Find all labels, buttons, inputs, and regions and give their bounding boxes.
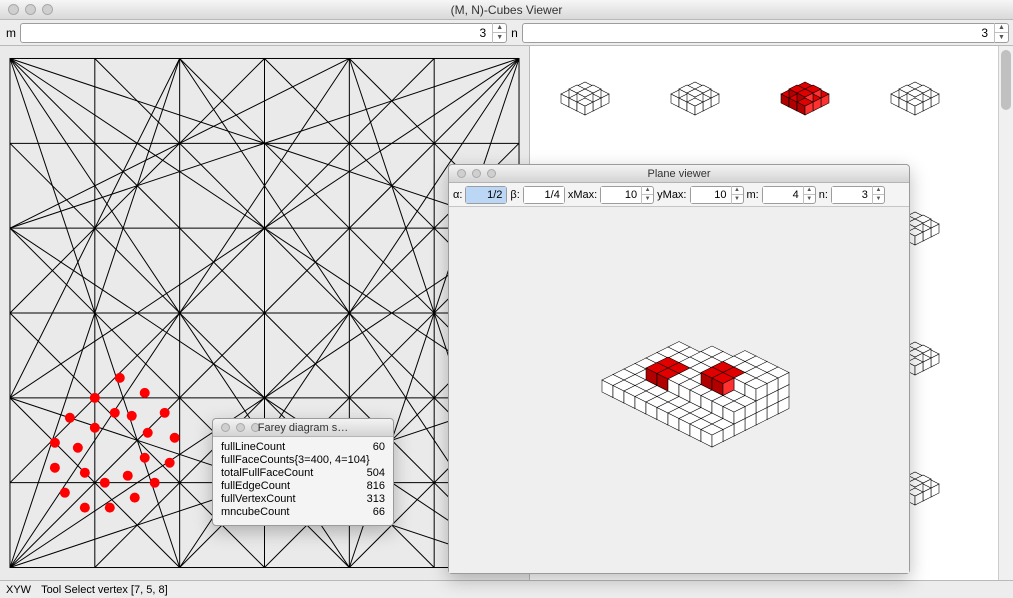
n-input-field[interactable]: [523, 24, 994, 42]
beta-input[interactable]: [523, 186, 565, 204]
plane-n-label: n:: [819, 189, 828, 201]
close-icon[interactable]: [8, 4, 19, 15]
plane-toolbar: α: β: xMax: ▲▼ yMax: ▲▼ m: ▲▼ n: ▲▼: [449, 183, 909, 207]
stat-val: 60: [373, 441, 385, 454]
cube-thumb[interactable]: [891, 82, 939, 115]
stat-key: fullVertexCount: [221, 493, 296, 506]
main-toolbar: m ▲▼ n ▲▼: [0, 20, 1013, 46]
farey-stat-row: fullVertexCount 313: [221, 493, 385, 506]
m-input-field[interactable]: [21, 24, 492, 42]
ymax-field[interactable]: [691, 187, 731, 203]
beta-field[interactable]: [524, 187, 564, 203]
m-stepper[interactable]: ▲▼: [492, 23, 506, 43]
window-controls: [0, 4, 53, 15]
alpha-input[interactable]: [465, 186, 507, 204]
m-input[interactable]: ▲▼: [20, 23, 507, 43]
stat-key: fullFaceCounts{3=400, 4=104}: [221, 454, 370, 467]
ymax-stepper[interactable]: ▲▼: [731, 186, 743, 204]
stat-key: totalFullFaceCount: [221, 467, 313, 480]
status-bar: XYW Tool Select vertex [7, 5, 8]: [0, 580, 1013, 598]
cube-thumb[interactable]: [561, 82, 609, 115]
cube-thumb[interactable]: [781, 82, 829, 115]
plane-panel-title: Plane viewer: [449, 168, 909, 180]
stat-key: mncubeCount: [221, 506, 290, 519]
n-stepper[interactable]: ▲▼: [994, 23, 1008, 43]
right-scrollbar[interactable]: [998, 46, 1013, 580]
n-input[interactable]: ▲▼: [522, 23, 1009, 43]
farey-panel-titlebar[interactable]: Farey diagram s…: [213, 419, 393, 437]
stat-key: fullLineCount: [221, 441, 285, 454]
plane-m-stepper[interactable]: ▲▼: [803, 186, 815, 204]
farey-stats-panel[interactable]: Farey diagram s… fullLineCount 60fullFace…: [212, 418, 394, 526]
farey-stat-row: fullLineCount 60: [221, 441, 385, 454]
plane-m-input[interactable]: ▲▼: [762, 186, 816, 204]
farey-stat-row: totalFullFaceCount 504: [221, 467, 385, 480]
plane-n-input[interactable]: ▲▼: [831, 186, 885, 204]
plane-n-field[interactable]: [832, 187, 872, 203]
plane-viewer-canvas[interactable]: [449, 207, 909, 573]
stat-val: 313: [367, 493, 385, 506]
minimize-icon[interactable]: [25, 4, 36, 15]
xmax-input[interactable]: ▲▼: [600, 186, 654, 204]
xmax-stepper[interactable]: ▲▼: [641, 186, 653, 204]
stat-key: fullEdgeCount: [221, 480, 290, 493]
scroll-thumb[interactable]: [1001, 50, 1011, 110]
main-title: (M, N)-Cubes Viewer: [0, 3, 1013, 17]
stat-val: 504: [367, 467, 385, 480]
beta-label: β:: [510, 189, 519, 201]
plane-panel-titlebar[interactable]: Plane viewer: [449, 165, 909, 183]
ymax-input[interactable]: ▲▼: [690, 186, 744, 204]
xmax-field[interactable]: [601, 187, 641, 203]
farey-panel-title: Farey diagram s…: [213, 422, 393, 434]
alpha-label: α:: [453, 189, 462, 201]
farey-stat-row: fullFaceCounts{3=400, 4=104}: [221, 454, 385, 467]
status-right: Tool Select vertex [7, 5, 8]: [41, 584, 168, 596]
main-titlebar: (M, N)-Cubes Viewer: [0, 0, 1013, 20]
farey-stat-row: fullEdgeCount 816: [221, 480, 385, 493]
alpha-field[interactable]: [466, 187, 506, 203]
farey-stat-row: mncubeCount 66: [221, 506, 385, 519]
stat-val: 816: [367, 480, 385, 493]
stat-val: 66: [373, 506, 385, 519]
plane-viewer-panel[interactable]: Plane viewer α: β: xMax: ▲▼ yMax: ▲▼ m: …: [448, 164, 910, 574]
n-label: n: [509, 26, 520, 40]
zoom-icon[interactable]: [42, 4, 53, 15]
ymax-label: yMax:: [657, 189, 686, 201]
plane-m-field[interactable]: [763, 187, 803, 203]
plane-n-stepper[interactable]: ▲▼: [872, 186, 884, 204]
cube-thumb[interactable]: [671, 82, 719, 115]
plane-m-label: m:: [747, 189, 759, 201]
xmax-label: xMax:: [568, 189, 597, 201]
farey-stats-list: fullLineCount 60fullFaceCounts{3=400, 4=1…: [213, 437, 393, 525]
m-label: m: [4, 26, 18, 40]
status-left: XYW: [6, 584, 31, 596]
